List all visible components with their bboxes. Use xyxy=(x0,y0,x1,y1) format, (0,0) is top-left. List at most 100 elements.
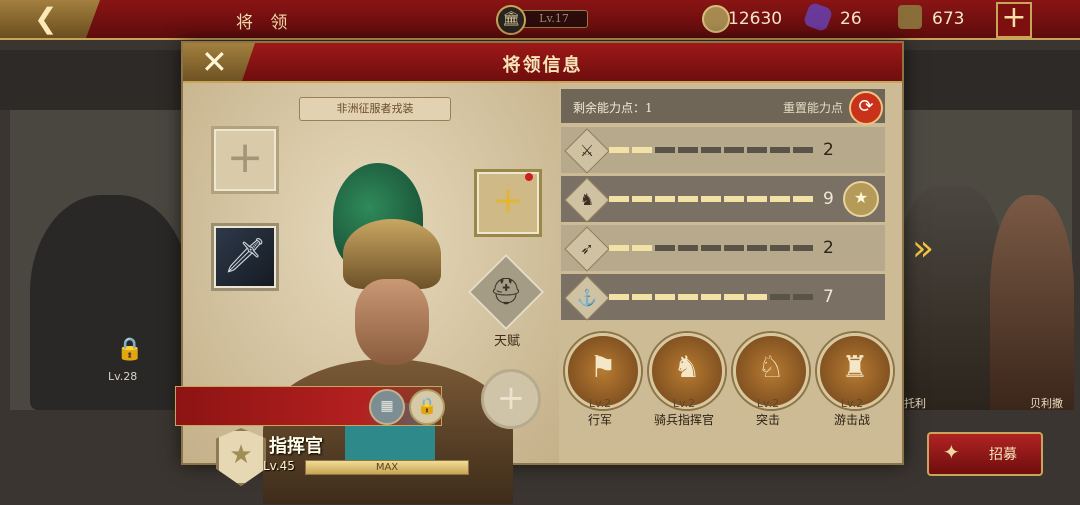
gold-amount: 12630 xyxy=(728,9,783,29)
back-arrow-icon: ❮ xyxy=(34,2,58,35)
troops-amount: 673 xyxy=(932,9,965,29)
empty-pip xyxy=(770,294,790,300)
stat-row-horse[interactable]: ♞ 9 ★ xyxy=(561,176,885,223)
empty-pip xyxy=(678,147,698,153)
lock-icon[interactable]: 🔒 xyxy=(409,389,445,425)
filled-pip xyxy=(747,196,767,202)
stat-value: 2 xyxy=(823,238,834,258)
reset-points-button[interactable]: ⟳ xyxy=(849,91,883,125)
player-level: Lv.17 xyxy=(520,10,588,28)
city-hall-icon: 🏛 xyxy=(496,5,526,35)
add-resource-button[interactable]: + xyxy=(996,2,1032,38)
empty-pip xyxy=(701,147,721,153)
stat-pips xyxy=(609,245,813,251)
filled-pip xyxy=(724,196,744,202)
horse-head-icon: ♞ xyxy=(673,350,701,385)
empty-pip xyxy=(724,147,744,153)
reset-points-label: 重置能力点 xyxy=(783,101,844,115)
stat-value: 9 xyxy=(823,189,834,209)
page-title: 将 领 xyxy=(236,13,294,33)
cavalry-charge-icon: ♘ xyxy=(757,350,785,385)
filled-pip xyxy=(632,196,652,202)
stat-pips xyxy=(609,294,813,300)
stat-value: 7 xyxy=(823,287,834,307)
filled-pip xyxy=(609,196,629,202)
commander-title: 指挥官 xyxy=(269,436,323,457)
commander-portrait-2[interactable] xyxy=(990,195,1074,410)
commander-level: Lv.45 xyxy=(263,459,295,473)
commander-info-modal: 将领信息 ✕ 非洲征服者戎装 + 🗡 + ⛑ 天赋 + ▦ 🔒 ★ 指挥官 Lv… xyxy=(175,41,904,504)
riders-icon: ♜ xyxy=(841,350,869,385)
faction-emblem-icon[interactable]: ▦ xyxy=(369,389,405,425)
bow-icon: ➶ xyxy=(564,226,610,272)
right-card-name-1: 托利 xyxy=(904,397,926,410)
gem-amount: 26 xyxy=(840,9,862,29)
empty-pip xyxy=(770,147,790,153)
filled-pip xyxy=(609,245,629,251)
stat-value: 2 xyxy=(823,140,834,160)
empty-pip xyxy=(724,245,744,251)
commander-portrait-panel: 非洲征服者戎装 + 🗡 + ⛑ 天赋 + ▦ 🔒 ★ 指挥官 Lv.45 MAX xyxy=(175,83,559,504)
filled-pip xyxy=(747,294,767,300)
right-card-name-2: 贝利撒 xyxy=(1030,397,1063,410)
empty-pip xyxy=(747,147,767,153)
dagger-icon: 🗡 xyxy=(223,236,267,276)
empty-pip xyxy=(655,147,675,153)
helmet-icon: ⛑ xyxy=(489,277,523,307)
sword-icon: ⚔ xyxy=(564,128,610,174)
stat-row-anchor[interactable]: ⚓ 7 xyxy=(561,274,885,321)
empty-pip xyxy=(770,245,790,251)
left-card-level: Lv.28 xyxy=(108,370,138,383)
accessory-plus-icon: + xyxy=(492,180,524,221)
talent-label: 天赋 xyxy=(493,334,520,349)
empty-pip xyxy=(678,245,698,251)
skill-name: 游击战 xyxy=(833,413,870,427)
stat-row-bow[interactable]: ➶ 2 xyxy=(561,225,885,272)
skill-name: 骑兵指挥官 xyxy=(653,413,714,427)
horse-icon: ♞ xyxy=(564,177,610,223)
armor-slot[interactable]: + xyxy=(211,126,279,194)
troops-helmet-icon xyxy=(898,5,922,29)
filled-pip xyxy=(701,196,721,202)
skill-name: 突击 xyxy=(755,413,780,427)
filled-pip xyxy=(724,294,744,300)
stat-pips xyxy=(609,196,813,202)
skill-level: Lv.2 xyxy=(840,397,864,410)
skill-name: 行军 xyxy=(587,413,612,427)
next-commander-arrow-icon[interactable]: » xyxy=(912,228,934,269)
recruit-button[interactable]: ✦ 招募 xyxy=(927,432,1043,476)
commander-face xyxy=(355,279,429,365)
filled-pip xyxy=(655,196,675,202)
filled-pip xyxy=(655,294,675,300)
stat-pips xyxy=(609,147,813,153)
star-rank-badge-icon: ★ xyxy=(216,428,266,486)
filled-pip xyxy=(793,196,813,202)
empty-pip xyxy=(701,245,721,251)
filled-pip xyxy=(609,294,629,300)
weapon-slot[interactable]: 🗡 xyxy=(211,223,279,291)
empty-pip xyxy=(793,294,813,300)
gold-coin-icon xyxy=(702,5,730,33)
star-medal-icon: ★ xyxy=(843,181,879,217)
skill-level: Lv.2 xyxy=(588,397,612,410)
filled-pip xyxy=(701,294,721,300)
remaining-points-label: 剩余能力点： xyxy=(573,101,646,115)
notification-dot xyxy=(525,173,533,181)
empty-pip xyxy=(793,147,813,153)
back-button[interactable]: ❮ xyxy=(0,0,100,38)
filled-pip xyxy=(678,196,698,202)
anchor-icon: ⚓ xyxy=(564,275,610,321)
ability-points-row: 剩余能力点：1 重置能力点 ⟳ xyxy=(561,89,885,125)
recruit-label: 招募 xyxy=(989,447,1017,463)
costume-tag[interactable]: 非洲征服者戎装 xyxy=(299,97,451,121)
add-slot-button[interactable]: + xyxy=(481,369,541,429)
modal-title: 将领信息 xyxy=(502,55,583,76)
remaining-points-value: 1 xyxy=(645,101,653,115)
filled-pip xyxy=(609,147,629,153)
recruit-plus-icon: ✦ xyxy=(943,440,960,464)
filled-pip xyxy=(632,294,652,300)
skill-level: Lv.2 xyxy=(756,397,780,410)
stat-row-sword[interactable]: ⚔ 2 xyxy=(561,127,885,174)
armor-plus-icon: + xyxy=(226,132,264,183)
filled-pip xyxy=(678,294,698,300)
